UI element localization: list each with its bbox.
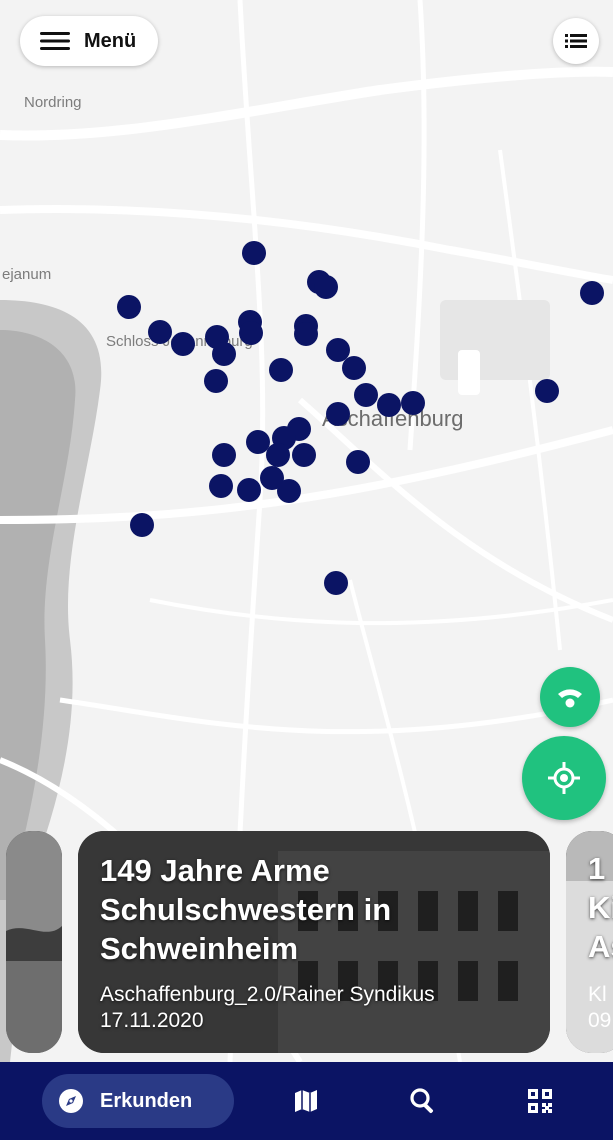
map-marker[interactable]: [292, 443, 316, 467]
story-card[interactable]: 149 Jahre Arme Schulschwestern in Schwei…: [78, 831, 550, 1053]
map-marker[interactable]: [212, 342, 236, 366]
map-marker[interactable]: [326, 402, 350, 426]
map-marker[interactable]: [237, 478, 261, 502]
menu-label: Menü: [84, 29, 137, 52]
card-author: Aschaffenburg_2.0/Rainer Syndikus: [100, 983, 435, 1006]
map-marker[interactable]: [117, 295, 141, 319]
map-marker[interactable]: [269, 358, 293, 382]
map-marker[interactable]: [401, 391, 425, 415]
map-marker[interactable]: [171, 332, 195, 356]
map-marker[interactable]: [580, 281, 604, 305]
search-icon: [410, 1088, 434, 1114]
list-icon: [565, 34, 587, 48]
card-title-line3-fragment: As: [588, 929, 613, 964]
map-label-nordring: Nordring: [24, 94, 82, 111]
card-title-fragment: 1: [588, 851, 606, 886]
wifi-icon: [558, 689, 582, 708]
map-marker[interactable]: [314, 275, 338, 299]
menu-button[interactable]: Menü: [20, 16, 158, 66]
nav-qr-tab[interactable]: [521, 1082, 559, 1120]
crosshair-icon: [548, 762, 580, 794]
map-marker[interactable]: [266, 443, 290, 467]
map-marker[interactable]: [130, 513, 154, 537]
qr-code-icon: [528, 1089, 552, 1113]
compass-icon: [59, 1089, 83, 1113]
nav-map-tab[interactable]: [287, 1082, 325, 1120]
map-marker[interactable]: [148, 320, 172, 344]
map-view[interactable]: Nordring ejanum Schloss Johannisburg Asc…: [0, 0, 613, 1062]
nav-explore-label: Erkunden: [100, 1089, 193, 1112]
map-marker[interactable]: [239, 321, 263, 345]
bottom-navigation: Erkunden: [0, 1062, 613, 1140]
map-marker[interactable]: [324, 571, 348, 595]
map-marker[interactable]: [346, 450, 370, 474]
map-marker[interactable]: [294, 322, 318, 346]
card-date: 17.11.2020: [100, 1009, 204, 1032]
story-card-next[interactable]: 1 Ki As Kl 09: [566, 831, 613, 1053]
map-marker[interactable]: [277, 479, 301, 503]
map-marker[interactable]: [204, 369, 228, 393]
map-icon: [295, 1090, 317, 1112]
map-marker[interactable]: [377, 393, 401, 417]
card-author-fragment: Kl: [588, 983, 607, 1006]
map-marker[interactable]: [209, 474, 233, 498]
nav-search-tab[interactable]: [404, 1082, 442, 1120]
map-marker[interactable]: [342, 356, 366, 380]
nearby-button[interactable]: [540, 667, 600, 727]
card-photo: [6, 831, 62, 1053]
card-date-fragment: 09: [588, 1009, 612, 1032]
hamburger-icon: [40, 32, 70, 50]
nav-explore-tab[interactable]: Erkunden: [42, 1074, 234, 1128]
card-title: 149 Jahre Arme Schulschwestern in Schwei…: [100, 853, 392, 966]
card-title-line2-fragment: Ki: [588, 890, 613, 925]
locate-me-button[interactable]: [522, 736, 606, 820]
map-marker[interactable]: [242, 241, 266, 265]
map-label-ejanum: ejanum: [2, 266, 52, 283]
map-marker[interactable]: [535, 379, 559, 403]
list-view-button[interactable]: [553, 18, 599, 64]
map-marker[interactable]: [212, 443, 236, 467]
story-card-previous[interactable]: [6, 831, 62, 1053]
map-marker[interactable]: [354, 383, 378, 407]
